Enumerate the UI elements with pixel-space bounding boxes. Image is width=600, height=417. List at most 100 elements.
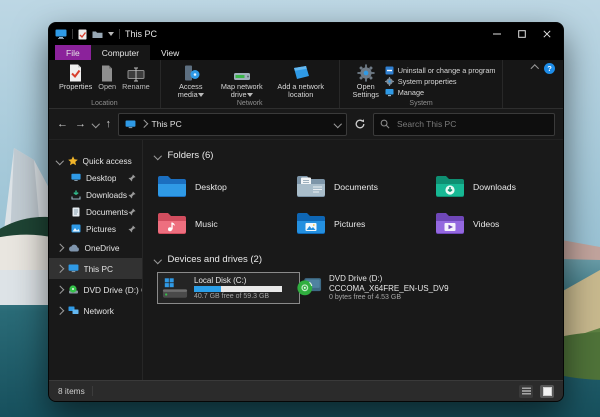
sidebar-item-dvd-drive[interactable]: DVD Drive (D:) CCCO — [49, 279, 142, 300]
folder-music[interactable]: Music — [157, 211, 296, 236]
details-view-button[interactable] — [519, 385, 533, 398]
system-properties-label: System properties — [398, 77, 457, 86]
folder-downloads[interactable]: Downloads — [435, 174, 564, 199]
manage-label: Manage — [398, 88, 424, 97]
sidebar-item-pictures[interactable]: Pictures — [49, 220, 142, 237]
quick-access-toolbar-caret-icon[interactable] — [108, 32, 114, 36]
open-button[interactable]: Open — [95, 63, 119, 92]
tab-view[interactable]: View — [150, 45, 190, 60]
drive-dvd-d[interactable]: DVD Drive (D:) CCCOMA_X64FRE_EN-US_DV9 0… — [296, 272, 563, 301]
dvd-expand-icon[interactable] — [56, 286, 64, 294]
sidebar-item-downloads[interactable]: Downloads — [49, 186, 142, 203]
ribbon-group-location: Properties Open — [49, 60, 161, 108]
folder-pictures[interactable]: Pictures — [296, 211, 435, 236]
maximize-button[interactable] — [512, 26, 532, 42]
pin-icon[interactable] — [128, 225, 136, 233]
access-media-icon — [182, 64, 200, 82]
sidebar-item-network[interactable]: Network — [49, 300, 142, 321]
onedrive-expand-icon[interactable] — [56, 244, 64, 252]
desktop-icon — [71, 173, 81, 182]
rename-icon — [127, 64, 145, 82]
search-input[interactable] — [395, 118, 548, 130]
music-folder-icon — [157, 211, 187, 236]
drive-local-disk-c[interactable]: Local Disk (C:) 40.7 GB free of 59.3 GB — [157, 272, 300, 304]
address-dropdown-icon[interactable] — [333, 120, 341, 128]
sidebar-dvd-label: DVD Drive (D:) CCCO — [84, 285, 142, 295]
dvd-drive-icon — [296, 274, 322, 297]
search-box[interactable] — [373, 113, 555, 136]
map-network-drive-dropdown-icon — [247, 93, 253, 97]
pin-icon[interactable] — [128, 191, 136, 199]
add-network-location-icon — [291, 64, 311, 82]
open-settings-label: Open Settings — [350, 83, 382, 99]
folders-section-header[interactable]: Folders (6) — [155, 150, 563, 161]
uninstall-program-button[interactable]: Uninstall or change a program — [385, 66, 496, 75]
devices-section-header[interactable]: Devices and drives (2) — [155, 254, 563, 265]
minimize-button[interactable] — [487, 26, 507, 42]
onedrive-label: OneDrive — [85, 243, 120, 253]
sidebar-item-desktop[interactable]: Desktop — [49, 169, 142, 186]
back-button[interactable]: ← — [57, 119, 68, 130]
settings-gear-icon — [357, 64, 375, 82]
open-settings-button[interactable]: Open Settings — [347, 63, 385, 100]
sidebar-item-onedrive[interactable]: OneDrive — [49, 237, 142, 258]
large-icons-view-button[interactable] — [540, 385, 554, 398]
dvd-info: DVD Drive (D:) CCCOMA_X64FRE_EN-US_DV9 0… — [329, 274, 449, 301]
ribbon-corner: ? — [532, 63, 556, 74]
tab-file[interactable]: File — [55, 45, 91, 60]
item-count: 8 items — [58, 386, 85, 396]
manage-icon — [385, 88, 394, 97]
address-bar[interactable]: This PC — [118, 113, 347, 136]
forward-button[interactable]: → — [75, 119, 86, 130]
folder-videos[interactable]: Videos — [435, 211, 564, 236]
open-icon — [100, 64, 114, 82]
navigation-bar: ← → ↑ This PC — [49, 109, 563, 140]
pin-icon[interactable] — [128, 174, 136, 182]
sidebar-downloads-label: Downloads — [86, 190, 127, 200]
network-icon — [68, 306, 79, 315]
tab-computer[interactable]: Computer — [91, 45, 150, 60]
quick-access-expand-icon[interactable] — [56, 157, 64, 165]
folder-label: Videos — [473, 219, 499, 229]
properties-label: Properties — [59, 83, 92, 91]
manage-button[interactable]: Manage — [385, 88, 496, 97]
properties-button[interactable]: Properties — [56, 63, 95, 92]
documents-icon — [71, 207, 81, 217]
local-disk-name: Local Disk (C:) — [194, 276, 282, 285]
access-media-button[interactable]: Access media — [168, 63, 214, 100]
ribbon-group-system: Open Settings Uninstall or change a prog… — [340, 60, 504, 108]
sidebar-documents-label: Documents — [86, 207, 128, 217]
hard-drive-icon — [162, 277, 188, 300]
tab-file-label: File — [66, 48, 80, 58]
folder-desktop[interactable]: Desktop — [157, 174, 296, 199]
this-pc-monitor-icon — [68, 264, 79, 273]
devices-collapse-icon[interactable] — [154, 256, 162, 264]
folder-documents[interactable]: Documents — [296, 174, 435, 199]
downloads-folder-icon — [435, 174, 465, 199]
breadcrumb-this-pc[interactable]: This PC — [152, 119, 182, 129]
help-icon[interactable]: ? — [544, 63, 555, 74]
ribbon: Properties Open — [49, 60, 563, 109]
sidebar-item-this-pc[interactable]: This PC — [49, 258, 142, 279]
quick-properties-icon[interactable] — [78, 29, 87, 40]
folders-collapse-icon[interactable] — [154, 152, 162, 160]
title-bar: This PC — [49, 23, 563, 45]
pin-icon[interactable] — [128, 208, 136, 216]
add-network-location-button[interactable]: Add a network location — [270, 63, 332, 100]
minimize-ribbon-icon[interactable] — [530, 65, 538, 73]
explorer-body: Quick access Desktop Down — [49, 140, 563, 380]
sidebar-item-quick-access[interactable]: Quick access — [49, 152, 142, 169]
map-network-drive-button[interactable]: Map network drive — [214, 63, 270, 100]
sidebar-item-documents[interactable]: Documents — [49, 203, 142, 220]
network-expand-icon[interactable] — [56, 307, 64, 315]
this-pc-expand-icon[interactable] — [56, 265, 64, 273]
rename-button[interactable]: Rename — [119, 63, 153, 92]
system-properties-button[interactable]: System properties — [385, 77, 496, 86]
refresh-button[interactable] — [354, 118, 366, 130]
close-button[interactable] — [537, 26, 557, 42]
quick-folder-icon[interactable] — [92, 30, 103, 39]
devices-grid: Local Disk (C:) 40.7 GB free of 59.3 GB — [157, 272, 563, 304]
recent-locations-icon[interactable] — [92, 120, 100, 128]
large-icons-glyph — [543, 387, 552, 396]
up-button[interactable]: ↑ — [106, 119, 112, 130]
